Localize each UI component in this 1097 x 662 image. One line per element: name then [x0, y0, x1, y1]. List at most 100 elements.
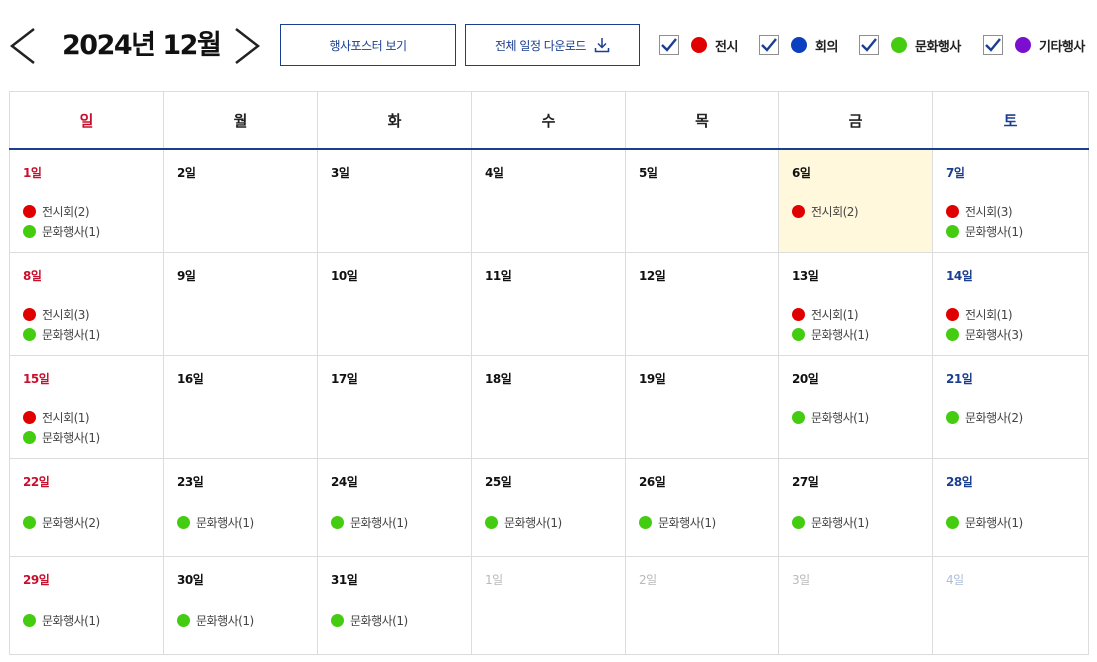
event-item-culture[interactable]: 문화행사(1): [946, 221, 1023, 241]
event-list: 문화행사(1): [177, 512, 254, 532]
event-item-exhibition[interactable]: 전시회(1): [23, 407, 100, 427]
event-item-culture[interactable]: 문화행사(3): [946, 324, 1023, 344]
event-list: 문화행사(1): [23, 610, 100, 630]
event-list: 문화행사(1): [177, 610, 254, 630]
calendar-day-cell[interactable]: 27일 문화행사(1): [778, 459, 932, 556]
calendar-day-cell[interactable]: 14일전시회(1) 문화행사(3): [932, 253, 1089, 355]
event-item-culture[interactable]: 문화행사(1): [331, 512, 408, 532]
event-item-exhibition[interactable]: 전시회(2): [23, 201, 100, 221]
event-item-exhibition[interactable]: 전시회(2): [792, 201, 859, 221]
calendar-day-cell[interactable]: 25일 문화행사(1): [471, 459, 625, 556]
filter-etc[interactable]: 기타행사: [983, 34, 1085, 56]
etc-checkbox[interactable]: [983, 35, 1003, 55]
calendar-day-cell[interactable]: 23일 문화행사(1): [163, 459, 317, 556]
calendar-day-cell[interactable]: 10일: [317, 253, 471, 355]
event-item-exhibition[interactable]: 전시회(3): [946, 201, 1023, 221]
calendar-day-cell[interactable]: 28일 문화행사(1): [932, 459, 1089, 556]
calendar-day-cell[interactable]: 2일: [163, 150, 317, 252]
day-number: 1일: [485, 573, 503, 587]
culture-checkbox[interactable]: [859, 35, 879, 55]
calendar-day-cell[interactable]: 7일 전시회(3) 문화행사(1): [932, 150, 1089, 252]
event-item-culture[interactable]: 문화행사(1): [331, 610, 408, 630]
calendar-day-cell[interactable]: 1일 전시회(2) 문화행사(1): [9, 150, 163, 252]
day-number: 24일: [331, 475, 358, 489]
event-label: 문화행사(1): [811, 515, 869, 530]
event-label: 문화행사(3): [965, 327, 1023, 342]
calendar-day-cell[interactable]: 1일: [471, 557, 625, 654]
culture-dot-icon: [331, 515, 344, 529]
culture-dot-icon: [23, 515, 36, 529]
calendar-week-row: 1일 전시회(2) 문화행사(1) 2일 3일 4일 5일 6일 전시회(2) 7일 전시회(3) 문…: [9, 150, 1089, 253]
calendar-day-cell[interactable]: 18일: [471, 356, 625, 458]
filter-exhibition[interactable]: 전시: [659, 34, 738, 56]
calendar-day-cell[interactable]: 17일: [317, 356, 471, 458]
event-item-culture[interactable]: 문화행사(1): [485, 512, 562, 532]
prev-month-button[interactable]: [8, 26, 40, 66]
event-label: 문화행사(2): [965, 410, 1023, 425]
event-item-culture[interactable]: 문화행사(1): [177, 512, 254, 532]
calendar-day-cell[interactable]: 2일: [625, 557, 778, 654]
calendar-day-cell[interactable]: 5일: [625, 150, 778, 252]
calendar-day-cell[interactable]: 22일 문화행사(2): [9, 459, 163, 556]
day-number: 3일: [331, 166, 350, 180]
filter-culture[interactable]: 문화행사: [859, 34, 961, 56]
exhibition-checkbox[interactable]: [659, 35, 679, 55]
event-item-culture[interactable]: 문화행사(1): [792, 324, 869, 344]
calendar-day-cell[interactable]: 15일 전시회(1) 문화행사(1): [9, 356, 163, 458]
calendar-day-cell-today[interactable]: 6일 전시회(2): [778, 150, 932, 252]
day-number: 12일: [639, 269, 666, 283]
calendar-day-cell[interactable]: 4일: [932, 557, 1089, 654]
exhibition-dot-icon: [946, 204, 959, 218]
event-item-exhibition[interactable]: 전시회(3): [23, 304, 100, 324]
event-item-culture[interactable]: 문화행사(1): [792, 512, 869, 532]
filter-meeting[interactable]: 회의: [759, 34, 838, 56]
calendar-day-cell[interactable]: 3일: [317, 150, 471, 252]
event-item-culture[interactable]: 문화행사(1): [177, 610, 254, 630]
day-number: 14일: [946, 269, 973, 283]
calendar-day-cell[interactable]: 13일 전시회(1) 문화행사(1): [778, 253, 932, 355]
download-schedule-button[interactable]: 전체 일정 다운로드: [465, 24, 640, 66]
view-poster-button[interactable]: 행사포스터 보기: [280, 24, 456, 66]
event-item-culture[interactable]: 문화행사(2): [23, 512, 100, 532]
day-number: 31일: [331, 573, 358, 587]
calendar-day-cell[interactable]: 29일 문화행사(1): [9, 557, 163, 654]
calendar-day-cell[interactable]: 20일 문화행사(1): [778, 356, 932, 458]
event-label: 문화행사(1): [965, 515, 1023, 530]
event-list: 전시회(2) 문화행사(1): [23, 201, 100, 241]
event-label: 문화행사(1): [42, 430, 100, 445]
event-label: 문화행사(1): [196, 613, 254, 628]
event-item-culture[interactable]: 문화행사(1): [23, 610, 100, 630]
calendar-day-cell[interactable]: 26일 문화행사(1): [625, 459, 778, 556]
calendar-day-cell[interactable]: 8일 전시회(3) 문화행사(1): [9, 253, 163, 355]
event-item-culture[interactable]: 문화행사(1): [23, 427, 100, 447]
culture-dot-icon: [946, 224, 959, 238]
event-item-culture[interactable]: 문화행사(2): [946, 407, 1023, 427]
event-item-culture[interactable]: 문화행사(1): [946, 512, 1023, 532]
event-item-culture[interactable]: 문화행사(1): [639, 512, 716, 532]
culture-dot-icon: [23, 430, 36, 444]
calendar-day-cell[interactable]: 31일문화행사(1): [317, 557, 471, 654]
event-item-culture[interactable]: 문화행사(1): [23, 221, 100, 241]
calendar-day-cell[interactable]: 9일: [163, 253, 317, 355]
next-month-button[interactable]: [232, 26, 264, 66]
calendar-day-cell[interactable]: 24일문화행사(1): [317, 459, 471, 556]
calendar-day-cell[interactable]: 11일: [471, 253, 625, 355]
event-label: 문화행사(1): [196, 515, 254, 530]
event-item-culture[interactable]: 문화행사(1): [23, 324, 100, 344]
event-item-exhibition[interactable]: 전시회(1): [792, 304, 869, 324]
calendar-day-cell[interactable]: 4일: [471, 150, 625, 252]
culture-filter-label: 문화행사: [915, 39, 961, 55]
calendar-day-cell[interactable]: 12일: [625, 253, 778, 355]
event-item-exhibition[interactable]: 전시회(1): [946, 304, 1023, 324]
calendar-day-cell[interactable]: 3일: [778, 557, 932, 654]
event-label: 전시회(2): [42, 204, 90, 219]
meeting-checkbox[interactable]: [759, 35, 779, 55]
calendar-week-row: 8일 전시회(3) 문화행사(1) 9일 10일 11일 12일 13일 전시회(1) 문화행사(…: [9, 253, 1089, 356]
exhibition-filter-label: 전시: [715, 39, 738, 55]
calendar-day-cell[interactable]: 19일: [625, 356, 778, 458]
calendar-day-cell[interactable]: 16일: [163, 356, 317, 458]
event-item-culture[interactable]: 문화행사(1): [792, 407, 869, 427]
culture-dot-icon: [485, 515, 498, 529]
calendar-day-cell[interactable]: 21일 문화행사(2): [932, 356, 1089, 458]
calendar-day-cell[interactable]: 30일 문화행사(1): [163, 557, 317, 654]
